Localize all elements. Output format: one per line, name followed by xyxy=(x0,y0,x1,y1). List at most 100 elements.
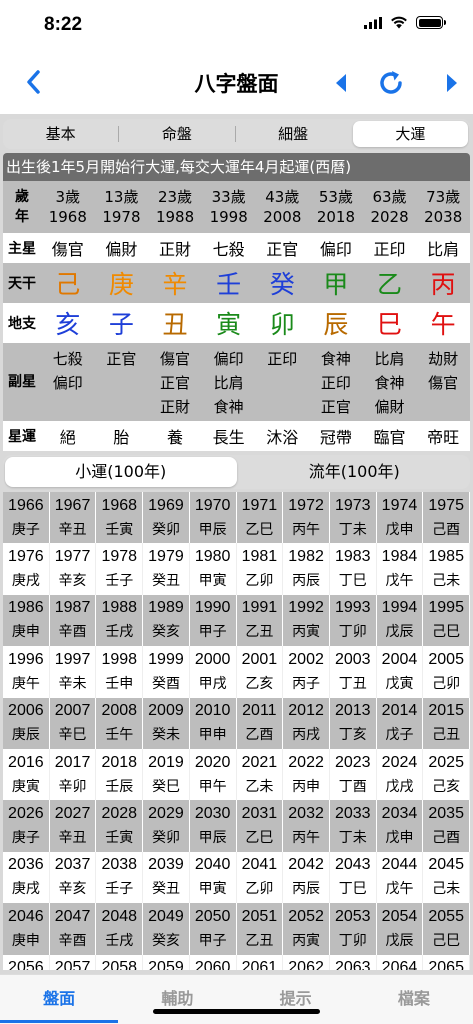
year-cell[interactable]: 1989 癸亥 xyxy=(143,594,190,647)
year-cell[interactable]: 1998 壬申 xyxy=(96,646,144,698)
year-cell[interactable]: 2009 癸未 xyxy=(143,697,190,749)
year-cell[interactable]: 2050 甲子 xyxy=(190,903,237,955)
year-cell[interactable]: 1977 辛亥 xyxy=(50,543,97,595)
year-cell[interactable]: 2056庚午 xyxy=(3,954,50,970)
year-cell[interactable]: 2013 丁亥 xyxy=(330,697,377,749)
year-cell[interactable]: 2059癸酉 xyxy=(143,954,190,970)
year-cell[interactable]: 2054 戊辰 xyxy=(377,903,424,955)
previous-triangle-icon[interactable] xyxy=(330,70,352,96)
year-cell[interactable]: 1968 壬寅 xyxy=(96,492,144,544)
year-cell[interactable]: 2003 丁丑 xyxy=(330,646,377,698)
year-cell[interactable]: 2042 丙辰 xyxy=(283,851,330,904)
year-cell[interactable]: 1999 癸酉 xyxy=(143,646,190,698)
year-cell[interactable]: 2000 甲戌 xyxy=(190,646,237,698)
year-cell[interactable]: 2063丁丑 xyxy=(330,954,377,970)
segment-chart[interactable]: 命盤 xyxy=(119,119,234,149)
year-cell[interactable]: 2043 丁巳 xyxy=(330,851,377,904)
segment-basic[interactable]: 基本 xyxy=(3,119,118,149)
segment-dayun[interactable]: 大運 xyxy=(352,121,468,147)
year-cell[interactable]: 2052 丙寅 xyxy=(283,903,330,955)
year-cell[interactable]: 2057辛未 xyxy=(50,954,97,970)
year-cell[interactable]: 2047 辛酉 xyxy=(50,903,97,955)
segment-xiaoyun[interactable]: 小運(100年) xyxy=(5,457,237,487)
year-cell[interactable]: 2007 辛巳 xyxy=(50,697,97,749)
year-cell[interactable]: 2033 丁未 xyxy=(330,800,377,852)
year-cell[interactable]: 2037 辛亥 xyxy=(50,851,97,904)
year-cell[interactable]: 1974 戊申 xyxy=(377,492,424,544)
year-cell[interactable]: 1976 庚戌 xyxy=(3,543,50,595)
year-cell[interactable]: 2049 癸亥 xyxy=(143,903,190,955)
year-cell[interactable]: 1966 庚子 xyxy=(3,492,50,544)
year-cell[interactable]: 2020 甲午 xyxy=(190,748,237,801)
year-cell[interactable]: 1985 己未 xyxy=(423,543,470,595)
year-cell[interactable]: 2014 戊子 xyxy=(377,697,424,749)
segment-detail[interactable]: 細盤 xyxy=(236,119,351,149)
year-cell[interactable]: 1982 丙辰 xyxy=(283,543,330,595)
tab-hints[interactable]: 提示 xyxy=(237,975,355,1024)
year-cell[interactable]: 2034 戊申 xyxy=(377,800,424,852)
year-cell[interactable]: 2011 乙酉 xyxy=(237,697,284,749)
year-cell[interactable]: 1970 甲辰 xyxy=(190,492,237,544)
year-cell[interactable]: 2065己卯 xyxy=(423,954,470,970)
year-cell[interactable]: 2039 癸丑 xyxy=(143,851,190,904)
year-cell[interactable]: 1997 辛未 xyxy=(50,646,97,698)
year-cell[interactable]: 2046 庚申 xyxy=(3,903,50,955)
year-cell[interactable]: 2019 癸巳 xyxy=(143,748,190,801)
year-cell[interactable]: 2029 癸卯 xyxy=(143,800,190,852)
next-triangle-icon[interactable] xyxy=(441,70,463,96)
year-cell[interactable]: 2026 庚子 xyxy=(3,800,50,852)
year-cell[interactable]: 2044 戊午 xyxy=(377,851,424,904)
year-cell[interactable]: 1980 甲寅 xyxy=(190,543,237,595)
tab-assist[interactable]: 輔助 xyxy=(118,975,236,1024)
year-cell[interactable]: 2041 乙卯 xyxy=(237,851,284,904)
year-cell[interactable]: 2015 己丑 xyxy=(423,697,470,749)
year-cell[interactable]: 1992 丙寅 xyxy=(283,594,330,647)
year-cell[interactable]: 1978 壬子 xyxy=(96,543,144,595)
year-cell[interactable]: 2062丙子 xyxy=(283,954,330,970)
year-cell[interactable]: 2040 甲寅 xyxy=(190,851,237,904)
year-cell[interactable]: 1973 丁未 xyxy=(330,492,377,544)
year-cell[interactable]: 2035 己酉 xyxy=(423,800,470,852)
year-cell[interactable]: 1987 辛酉 xyxy=(50,594,97,647)
year-cell[interactable]: 1975 己酉 xyxy=(423,492,470,544)
year-cell[interactable]: 2016 庚寅 xyxy=(3,748,50,801)
year-cell[interactable]: 2021 乙未 xyxy=(237,748,284,801)
year-cell[interactable]: 2022 丙申 xyxy=(283,748,330,801)
year-cell[interactable]: 2002 丙子 xyxy=(283,646,330,698)
year-cell[interactable]: 2010 甲申 xyxy=(190,697,237,749)
refresh-icon[interactable] xyxy=(376,68,406,98)
year-cell[interactable]: 2055 己巳 xyxy=(423,903,470,955)
year-cell[interactable]: 1996 庚午 xyxy=(3,646,50,698)
year-cell[interactable]: 2058壬申 xyxy=(96,954,144,970)
year-cell[interactable]: 2001 乙亥 xyxy=(237,646,284,698)
year-cell[interactable]: 1981 乙卯 xyxy=(237,543,284,595)
tab-files[interactable]: 檔案 xyxy=(355,975,473,1024)
year-cell[interactable]: 1971 乙巳 xyxy=(237,492,284,544)
year-cell[interactable]: 1990 甲子 xyxy=(190,594,237,647)
year-cell[interactable]: 2060甲戌 xyxy=(190,954,237,970)
year-cell[interactable]: 2006 庚辰 xyxy=(3,697,50,749)
segment-liunian[interactable]: 流年(100年) xyxy=(239,455,471,489)
year-cell[interactable]: 2032 丙午 xyxy=(283,800,330,852)
year-cell[interactable]: 2012 丙戌 xyxy=(283,697,330,749)
year-cell[interactable]: 2061乙亥 xyxy=(237,954,284,970)
year-cell[interactable]: 2038 壬子 xyxy=(96,851,144,904)
year-cell[interactable]: 1994 戊辰 xyxy=(377,594,424,647)
year-cell[interactable]: 2017 辛卯 xyxy=(50,748,97,801)
year-cell[interactable]: 2008 壬午 xyxy=(96,697,144,749)
year-cell[interactable]: 2028 壬寅 xyxy=(96,800,144,852)
year-cell[interactable]: 2004 戊寅 xyxy=(377,646,424,698)
year-cell[interactable]: 1969 癸卯 xyxy=(143,492,190,544)
year-cell[interactable]: 2005 己卯 xyxy=(423,646,470,698)
year-cell[interactable]: 2018 壬辰 xyxy=(96,748,144,801)
year-cell[interactable]: 2045 己未 xyxy=(423,851,470,904)
year-cell[interactable]: 1993 丁卯 xyxy=(330,594,377,647)
year-cell[interactable]: 1995 己巳 xyxy=(423,594,470,647)
year-cell[interactable]: 1972 丙午 xyxy=(283,492,330,544)
tab-chart[interactable]: 盤面 xyxy=(0,975,119,1024)
year-cell[interactable]: 2048 壬戌 xyxy=(96,903,144,955)
year-cell[interactable]: 1991 乙丑 xyxy=(237,594,284,647)
year-cell[interactable]: 1979 癸丑 xyxy=(143,543,190,595)
year-cell[interactable]: 1986 庚申 xyxy=(3,594,50,647)
year-cell[interactable]: 2064戊寅 xyxy=(377,954,424,970)
